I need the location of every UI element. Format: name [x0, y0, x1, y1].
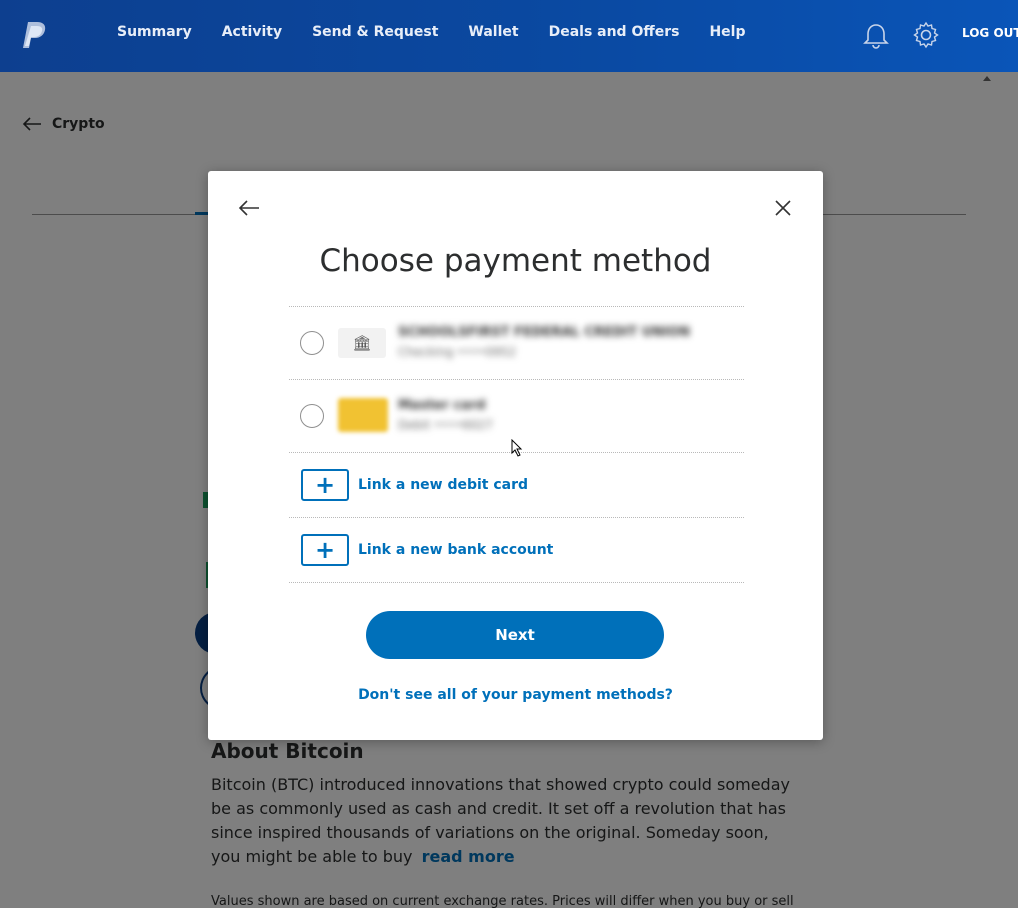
link-bank-account-option[interactable]: + Link a new bank account: [289, 518, 744, 582]
bell-icon[interactable]: [862, 21, 890, 49]
nav-send-request[interactable]: Send & Request: [312, 24, 438, 40]
link-bank-account-label[interactable]: Link a new bank account: [358, 542, 553, 558]
plus-icon: +: [301, 534, 349, 566]
logout-link[interactable]: LOG OUT: [962, 26, 1018, 40]
nav-help[interactable]: Help: [709, 24, 745, 40]
card-name: Master card: [398, 398, 486, 413]
close-icon[interactable]: [773, 198, 793, 218]
card-icon: [338, 398, 388, 432]
bank-name: SCHOOLSFIRST FEDERAL CREDIT UNION: [398, 325, 690, 340]
bank-sub: Checking ••••0952: [398, 345, 517, 359]
top-navigation-bar: Summary Activity Send & Request Wallet D…: [0, 0, 1018, 72]
row-divider: [289, 582, 744, 583]
paypal-logo[interactable]: [22, 20, 48, 50]
mouse-cursor-icon: [511, 439, 523, 457]
link-debit-card-option[interactable]: + Link a new debit card: [289, 453, 744, 517]
radio-bank[interactable]: [300, 331, 324, 355]
nav-activity[interactable]: Activity: [222, 24, 282, 40]
main-nav: Summary Activity Send & Request Wallet D…: [117, 24, 775, 40]
modal-back-arrow-icon[interactable]: [238, 198, 260, 218]
bank-icon: 🏛: [338, 328, 386, 358]
modal-title: Choose payment method: [319, 243, 712, 279]
nav-summary[interactable]: Summary: [117, 24, 192, 40]
payment-option-bank[interactable]: 🏛 SCHOOLSFIRST FEDERAL CREDIT UNION Chec…: [289, 307, 744, 379]
nav-wallet[interactable]: Wallet: [468, 24, 518, 40]
radio-card[interactable]: [300, 404, 324, 428]
link-debit-card-label[interactable]: Link a new debit card: [358, 477, 528, 493]
plus-icon: +: [301, 469, 349, 501]
nav-deals-offers[interactable]: Deals and Offers: [549, 24, 680, 40]
card-sub: Debit ••••6027: [398, 418, 493, 432]
gear-icon[interactable]: [912, 21, 940, 49]
next-button[interactable]: Next: [366, 611, 664, 659]
missing-payment-methods-link[interactable]: Don't see all of your payment methods?: [208, 687, 823, 703]
